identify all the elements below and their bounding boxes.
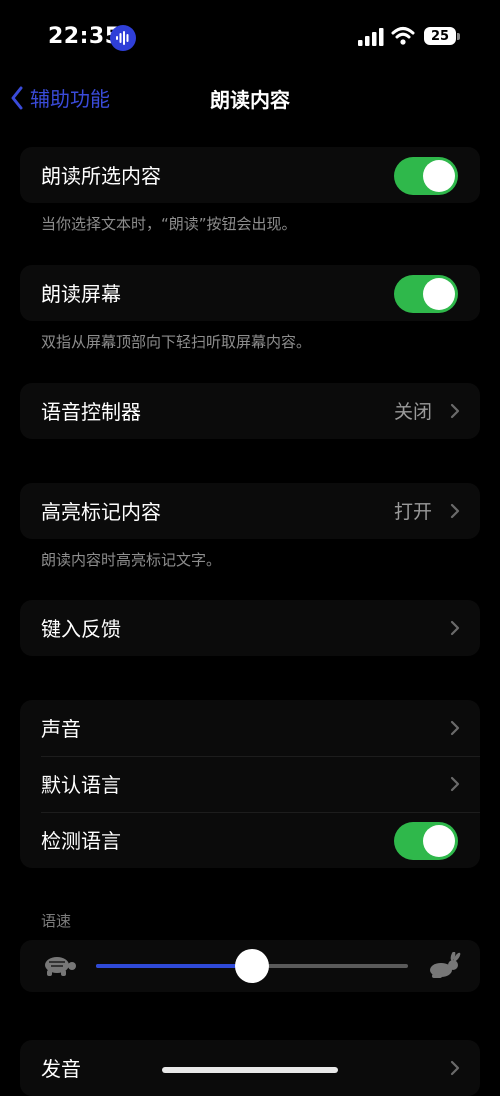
speak-screen-footnote: 双指从屏幕顶部向下轻扫听取屏幕内容。 [41, 333, 312, 351]
highlight-content-label: 高亮标记内容 [41, 500, 161, 524]
default-language-label: 默认语言 [41, 773, 121, 797]
rabbit-icon [430, 952, 461, 978]
toggle-knob [423, 825, 455, 857]
detect-language-row: 检测语言 [20, 812, 480, 868]
slider-fill [96, 964, 252, 968]
turtle-icon [45, 957, 76, 976]
toggle-knob [423, 160, 455, 192]
chevron-right-icon [450, 503, 460, 519]
wifi-icon [391, 27, 415, 45]
speak-selection-label: 朗读所选内容 [41, 164, 161, 188]
speak-screen-group: 朗读屏幕 [20, 265, 480, 321]
typing-feedback-label: 键入反馈 [41, 617, 121, 641]
typing-feedback-group: 键入反馈 [20, 600, 480, 656]
voice-waveform-icon [110, 25, 136, 51]
toggle-knob [423, 278, 455, 310]
chevron-right-icon [450, 620, 460, 636]
detect-language-label: 检测语言 [41, 829, 121, 853]
speak-screen-row: 朗读屏幕 [20, 265, 480, 321]
chevron-right-icon [450, 776, 460, 792]
chevron-right-icon [450, 1060, 460, 1076]
speech-controller-value: 关闭 [393, 401, 432, 423]
voices-label: 声音 [41, 717, 81, 741]
language-group: 声音 默认语言 检测语言 [20, 700, 480, 868]
battery-icon: 25 [424, 27, 456, 45]
battery-cap [457, 33, 460, 40]
speak-screen-toggle[interactable] [394, 275, 458, 313]
navigation-bar: 辅助功能 朗读内容 [0, 76, 500, 120]
speech-controller-label: 语音控制器 [41, 400, 141, 424]
speak-selection-footnote: 当你选择文本时，“朗读”按钮会出现。 [41, 215, 297, 233]
page-title: 朗读内容 [210, 88, 290, 112]
typing-feedback-row[interactable]: 键入反馈 [20, 600, 480, 656]
highlight-content-value: 打开 [393, 501, 432, 523]
highlight-content-footnote: 朗读内容时高亮标记文字。 [41, 551, 222, 569]
home-indicator[interactable] [162, 1067, 338, 1073]
speak-screen-label: 朗读屏幕 [41, 282, 121, 306]
speech-controller-group: 语音控制器 关闭 [20, 383, 480, 439]
speaking-rate-group [20, 940, 480, 992]
speaking-rate-header: 语速 [41, 912, 72, 930]
status-bar: 22:35 25 [0, 0, 500, 70]
speak-selection-toggle[interactable] [394, 157, 458, 195]
detect-language-toggle[interactable] [394, 822, 458, 860]
speech-controller-row[interactable]: 语音控制器 关闭 [20, 383, 480, 439]
default-language-row[interactable]: 默认语言 [20, 756, 480, 812]
chevron-right-icon [450, 720, 460, 736]
slider-thumb[interactable] [235, 949, 269, 983]
chevron-right-icon [450, 403, 460, 419]
pronunciations-label: 发音 [41, 1057, 81, 1081]
voices-row[interactable]: 声音 [20, 700, 480, 756]
highlight-content-group: 高亮标记内容 打开 [20, 483, 480, 539]
speak-selection-group: 朗读所选内容 [20, 147, 480, 203]
speaking-rate-slider[interactable] [96, 949, 408, 983]
cellular-signal-icon [358, 28, 384, 46]
speak-selection-row: 朗读所选内容 [20, 147, 480, 203]
highlight-content-row[interactable]: 高亮标记内容 打开 [20, 483, 480, 539]
